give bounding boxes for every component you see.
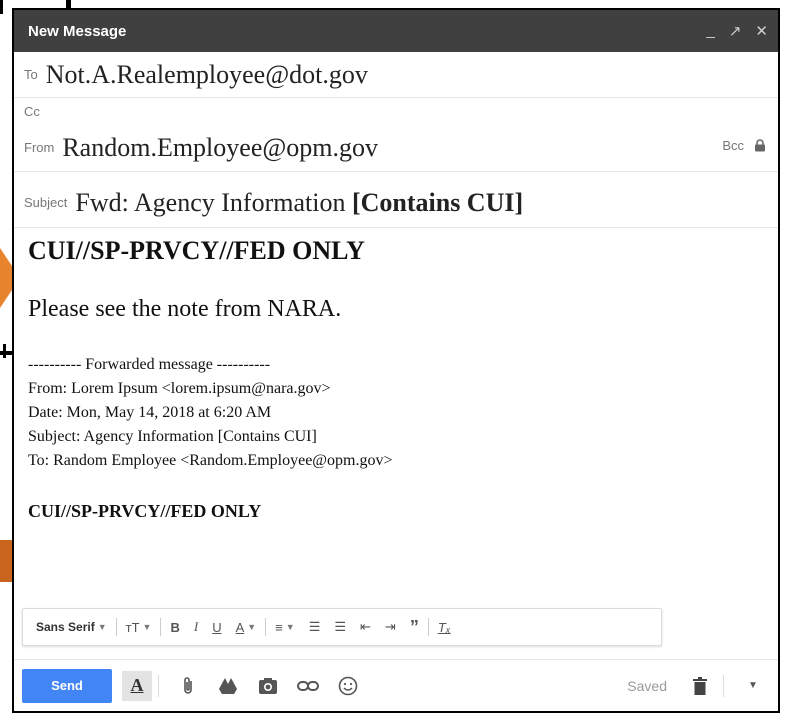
subject-input[interactable]: Fwd: Agency Information [Contains CUI] — [75, 188, 523, 218]
cc-label: Cc — [24, 103, 40, 119]
forwarded-date: Date: Mon, May 14, 2018 at 6:20 AM — [28, 404, 272, 421]
indent-more-button[interactable]: ⇥ — [378, 619, 403, 635]
trash-icon[interactable] — [683, 669, 717, 703]
formatting-options-button[interactable]: A — [122, 670, 152, 701]
to-recipient[interactable]: Not.A.Realemployee@dot.gov — [46, 60, 368, 90]
subject-label: Subject — [24, 195, 68, 210]
forwarded-subject: Subject: Agency Information [Contains CU… — [28, 428, 317, 445]
divider — [158, 674, 159, 697]
subject-field[interactable]: Subject Fwd: Agency Information [Contain… — [14, 178, 778, 228]
text-color-icon: A — [235, 619, 245, 635]
frame-line — [0, 0, 3, 14]
cui-banner: CUI//SP-PRVCY//FED ONLY — [28, 236, 365, 265]
forwarded-to: To: Random Employee <Random.Employee@opm… — [28, 452, 393, 469]
clear-formatting-button[interactable]: Tₓ — [431, 620, 458, 635]
bcc-link[interactable]: Bcc — [722, 138, 744, 153]
quote-icon: ” — [409, 616, 419, 637]
drive-icon[interactable] — [211, 669, 245, 703]
minimize-icon[interactable]: _ — [707, 22, 715, 40]
font-size-icon: тT — [125, 619, 140, 635]
chevron-down-icon: ▼ — [247, 622, 257, 632]
font-size-select[interactable]: тT ▼ — [119, 620, 159, 635]
divider — [723, 674, 724, 697]
forwarded-message: ---------- Forwarded message ---------- … — [28, 353, 764, 473]
window-title: New Message — [28, 22, 127, 40]
from-label: From — [24, 140, 55, 155]
link-icon[interactable] — [291, 669, 325, 703]
subject-cui-marking: [Contains CUI] — [351, 187, 524, 217]
bold-button[interactable]: B — [163, 620, 186, 635]
subject-text: Fwd: Agency Information — [75, 187, 352, 217]
compose-titlebar[interactable]: New Message _ ↗ ✕ — [14, 10, 778, 52]
compose-window: New Message _ ↗ ✕ To Not.A.Realemployee@… — [12, 8, 780, 713]
underline-button[interactable]: U — [205, 620, 228, 635]
bulleted-list-button[interactable]: ☰ — [327, 619, 353, 635]
to-label: To — [24, 67, 38, 82]
divider — [427, 618, 429, 636]
compose-bottom-bar: Send A Saved ▼ — [14, 659, 778, 711]
align-button[interactable]: ≡ ▼ — [268, 620, 302, 635]
more-options-icon[interactable]: ▼ — [736, 669, 770, 703]
indent-less-button[interactable]: ⇤ — [353, 619, 378, 635]
from-field[interactable]: From Random.Employee@opm.gov Bcc — [14, 124, 778, 172]
indent-less-icon: ⇤ — [360, 619, 371, 634]
chevron-down-icon: ▼ — [285, 622, 295, 632]
forwarded-from: From: Lorem Ipsum <lorem.ipsum@nara.gov> — [28, 380, 331, 397]
chevron-down-icon: ▼ — [142, 622, 152, 632]
from-address[interactable]: Random.Employee@opm.gov — [62, 133, 378, 163]
from-right-controls: Bcc — [722, 138, 766, 153]
indent-more-icon: ⇥ — [384, 619, 396, 634]
bulleted-list-icon: ☰ — [334, 619, 346, 634]
send-button[interactable]: Send — [22, 668, 112, 703]
italic-button[interactable]: I — [187, 619, 205, 635]
cc-field[interactable]: Cc — [14, 98, 778, 124]
to-field[interactable]: To Not.A.Realemployee@dot.gov — [14, 52, 778, 98]
divider — [115, 618, 117, 636]
quote-button[interactable]: ” — [403, 617, 426, 638]
align-icon: ≡ — [275, 619, 283, 635]
divider — [160, 618, 162, 636]
font-family-select[interactable]: Sans Serif ▼ — [29, 620, 114, 634]
message-text: Please see the note from NARA. — [28, 296, 342, 322]
window-controls: _ ↗ ✕ — [707, 22, 769, 40]
font-family-label: Sans Serif — [36, 620, 95, 634]
formatting-toolbar: Sans Serif ▼ тT ▼ B I U A ▼ ≡ ▼ ☰ ☰ ⇤ ⇥ ” Tₓ — [22, 608, 662, 646]
emoji-icon[interactable] — [331, 669, 365, 703]
numbered-list-button[interactable]: ☰ — [302, 619, 328, 635]
divider — [265, 618, 267, 636]
chevron-down-icon: ▼ — [97, 622, 107, 632]
expand-icon[interactable]: ↗ — [729, 22, 742, 40]
close-icon[interactable]: ✕ — [755, 22, 768, 40]
cui-banner-forwarded: CUI//SP-PRVCY//FED ONLY — [28, 501, 262, 521]
saved-status: Saved — [627, 677, 667, 694]
paperclip-icon[interactable] — [171, 669, 205, 703]
lock-icon[interactable] — [754, 139, 766, 152]
numbered-list-icon: ☰ — [308, 619, 321, 634]
forwarded-header: ---------- Forwarded message ---------- — [28, 356, 271, 373]
message-body[interactable]: CUI//SP-PRVCY//FED ONLY Please see the n… — [14, 228, 778, 522]
text-color-button[interactable]: A ▼ — [229, 620, 264, 635]
clear-formatting-icon: Tₓ — [437, 619, 451, 635]
photo-icon[interactable] — [251, 669, 285, 703]
